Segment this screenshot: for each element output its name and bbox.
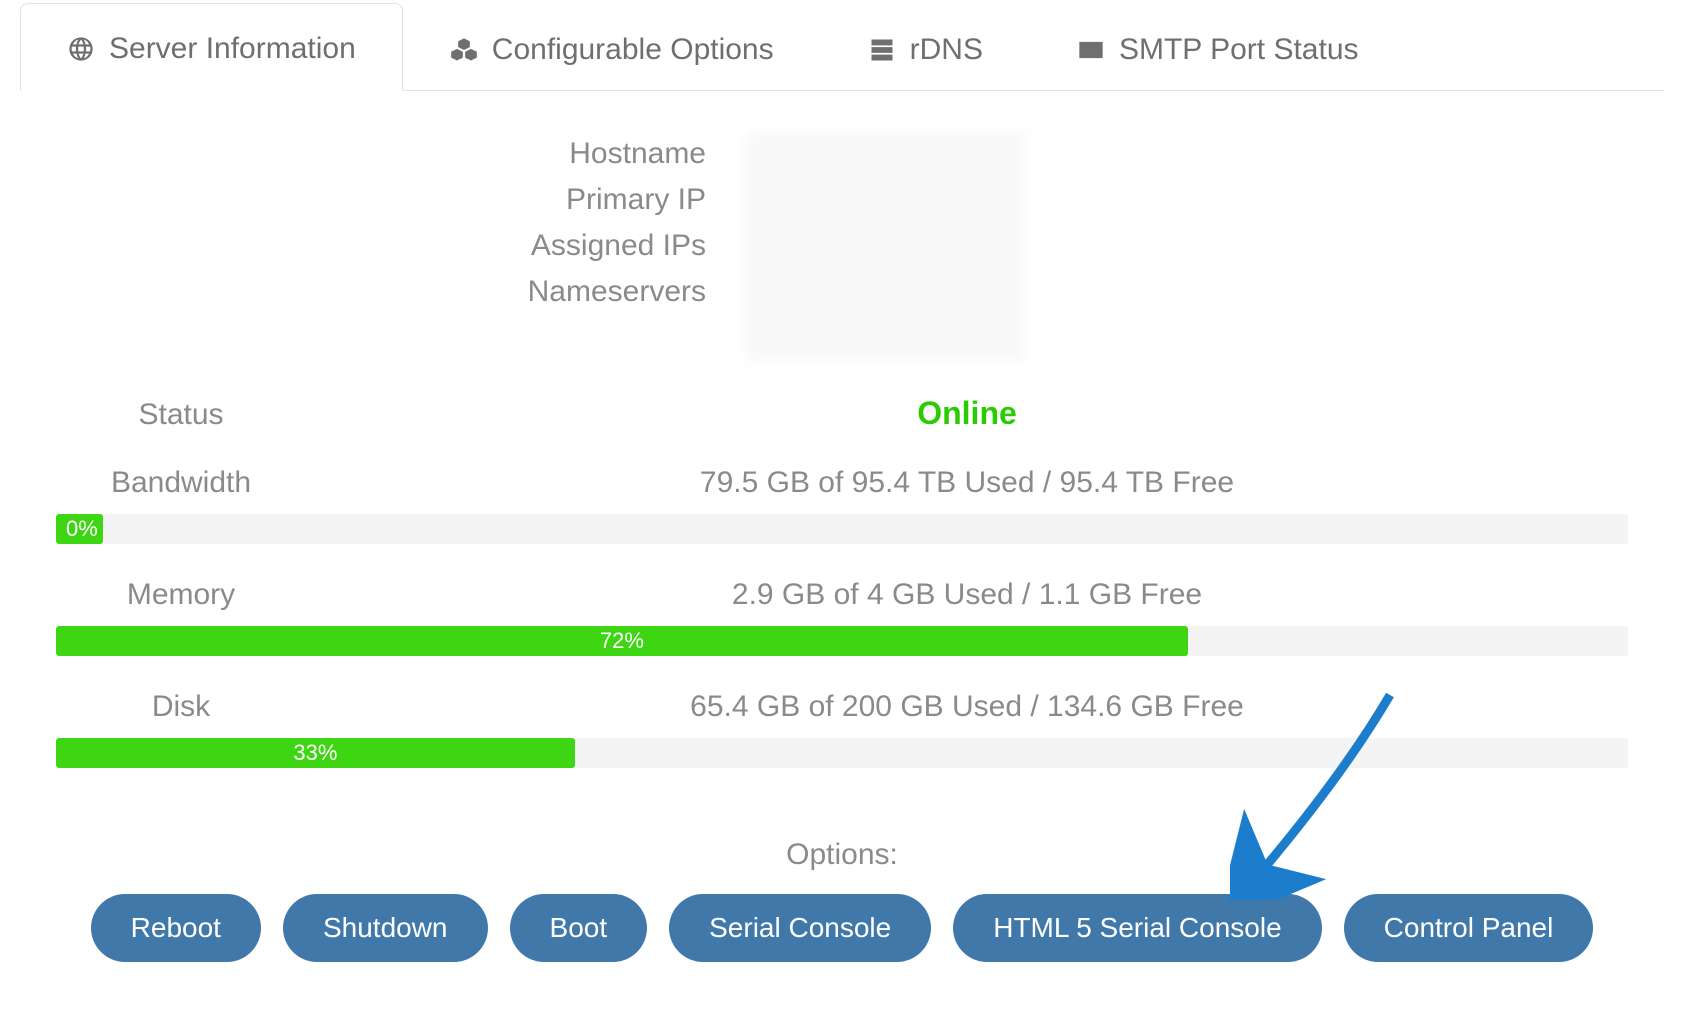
status-label: Status [56, 398, 306, 432]
tab-label: Server Information [109, 32, 356, 66]
tab-label: rDNS [910, 33, 983, 67]
disk-bar: 33% [56, 738, 1628, 768]
tab-rdns[interactable]: rDNS [821, 4, 1030, 91]
options-title: Options: [56, 838, 1628, 872]
tab-label: SMTP Port Status [1119, 33, 1359, 67]
status-value: Online [306, 395, 1628, 432]
control-panel-button[interactable]: Control Panel [1344, 894, 1594, 962]
reboot-button[interactable]: Reboot [91, 894, 261, 962]
info-labels: Hostname Primary IP Assigned IPs Nameser… [56, 131, 706, 361]
shutdown-button[interactable]: Shutdown [283, 894, 488, 962]
bandwidth-label: Bandwidth [56, 466, 306, 500]
tab-server-information[interactable]: Server Information [20, 3, 403, 91]
disk-label: Disk [56, 690, 306, 724]
tab-label: Configurable Options [492, 33, 774, 67]
memory-bar: 72% [56, 626, 1628, 656]
options-row: Reboot Shutdown Boot Serial Console HTML… [56, 894, 1628, 962]
serial-console-button[interactable]: Serial Console [669, 894, 931, 962]
tab-bar: Server Information Configurable Options … [20, 2, 1664, 91]
memory-bar-fill: 72% [56, 626, 1188, 656]
memory-row: Memory 2.9 GB of 4 GB Used / 1.1 GB Free [56, 578, 1628, 612]
label-hostname: Hostname [56, 131, 706, 177]
bandwidth-bar: 0% [56, 514, 1628, 544]
disk-bar-fill: 33% [56, 738, 575, 768]
html5-serial-console-button[interactable]: HTML 5 Serial Console [953, 894, 1321, 962]
tab-configurable-options[interactable]: Configurable Options [403, 4, 821, 91]
disk-value: 65.4 GB of 200 GB Used / 134.6 GB Free [306, 690, 1628, 724]
cubes-icon [450, 36, 478, 64]
bandwidth-value: 79.5 GB of 95.4 TB Used / 95.4 TB Free [306, 466, 1628, 500]
globe-icon [67, 35, 95, 63]
bandwidth-row: Bandwidth 79.5 GB of 95.4 TB Used / 95.4… [56, 466, 1628, 500]
redacted-values [746, 131, 1026, 361]
tab-panel-server-information: Hostname Primary IP Assigned IPs Nameser… [20, 91, 1664, 962]
memory-label: Memory [56, 578, 306, 612]
server-icon [868, 36, 896, 64]
tab-smtp-port-status[interactable]: SMTP Port Status [1030, 4, 1406, 91]
envelope-icon [1077, 36, 1105, 64]
boot-button[interactable]: Boot [510, 894, 648, 962]
memory-value: 2.9 GB of 4 GB Used / 1.1 GB Free [306, 578, 1628, 612]
server-info-block: Hostname Primary IP Assigned IPs Nameser… [56, 131, 1628, 361]
label-assigned-ips: Assigned IPs [56, 223, 706, 269]
label-primary-ip: Primary IP [56, 177, 706, 223]
bandwidth-bar-fill: 0% [56, 514, 103, 544]
status-row: Status Online [56, 395, 1628, 432]
label-nameservers: Nameservers [56, 269, 706, 315]
disk-row: Disk 65.4 GB of 200 GB Used / 134.6 GB F… [56, 690, 1628, 724]
